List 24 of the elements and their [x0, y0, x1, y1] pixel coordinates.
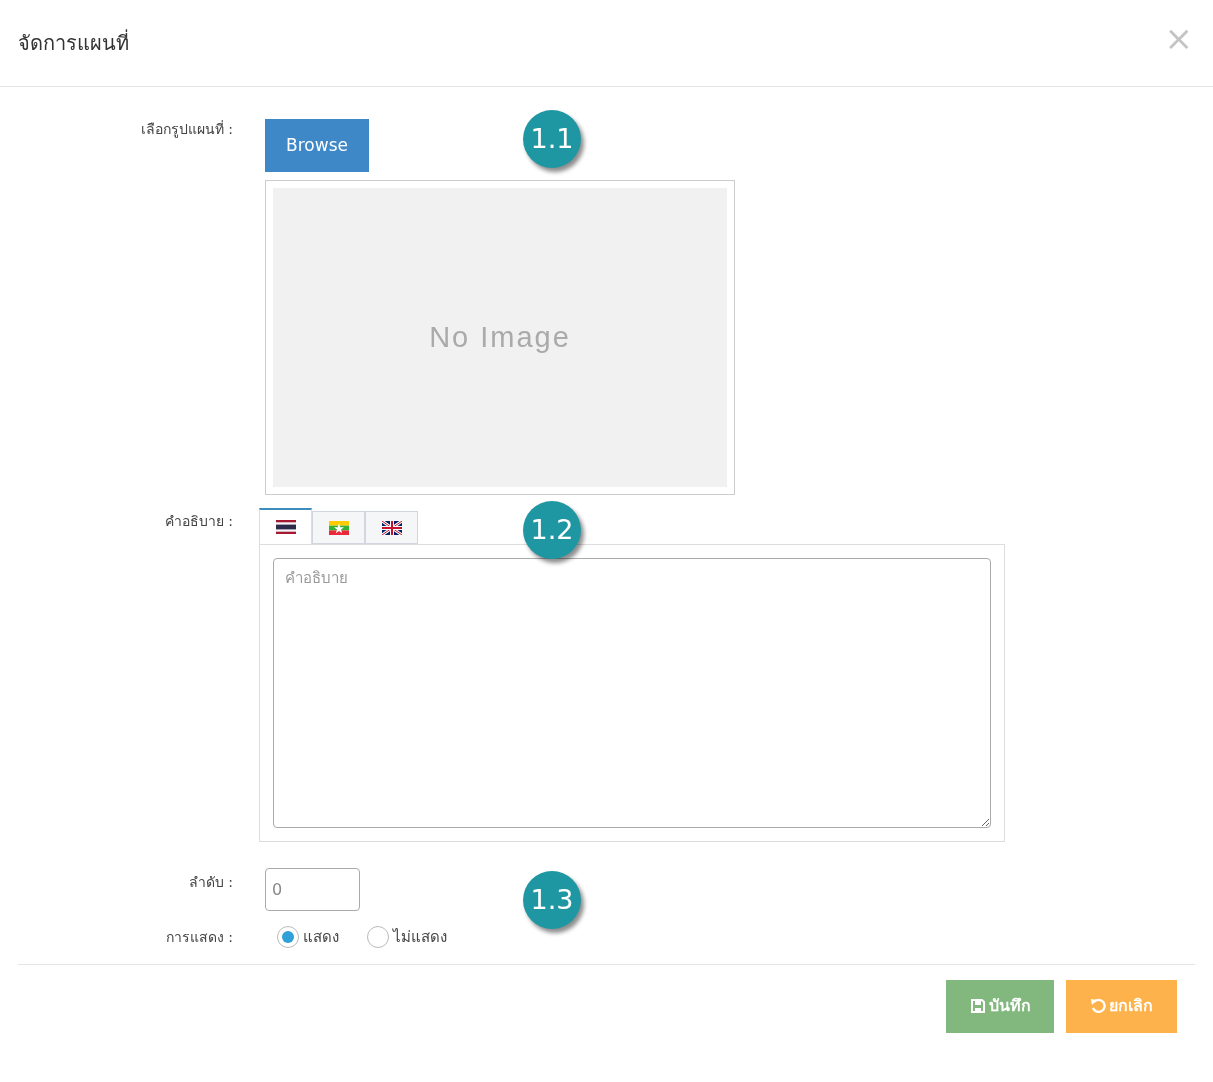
- callout-badge: 1.2: [523, 501, 581, 559]
- field-label: ลำดับ :: [188, 874, 233, 890]
- dialog-title: จัดการแผนที่: [18, 28, 129, 57]
- close-button[interactable]: ×: [1164, 21, 1193, 55]
- field-label: คำอธิบาย :: [164, 513, 233, 529]
- field-label: เลือกรูปแผนที่ :: [140, 121, 233, 137]
- thai-flag-icon: [275, 520, 296, 534]
- browse-button[interactable]: Browse: [265, 119, 369, 172]
- myanmar-flag-icon: [328, 520, 349, 535]
- uk-flag-icon: [381, 520, 402, 535]
- description-field[interactable]: คำอธิบาย: [273, 558, 991, 828]
- no-image-text: No Image: [429, 319, 571, 355]
- callout-badge: 1.3: [523, 871, 581, 929]
- save-button[interactable]: บันทึก: [946, 979, 1054, 1033]
- language-tab[interactable]: [259, 508, 312, 544]
- callout-badge: 1.1: [523, 110, 581, 168]
- radio-button[interactable]: [277, 926, 299, 949]
- field-label: การแสดง :: [165, 928, 233, 945]
- radio-label: ไม่แสดง: [393, 927, 447, 948]
- order-field[interactable]: 0: [265, 868, 360, 911]
- undo-icon: [1090, 998, 1106, 1014]
- cancel-button[interactable]: ยกเลิก: [1066, 979, 1177, 1033]
- radio-label: แสดง: [303, 927, 339, 948]
- radio-button[interactable]: [367, 926, 389, 949]
